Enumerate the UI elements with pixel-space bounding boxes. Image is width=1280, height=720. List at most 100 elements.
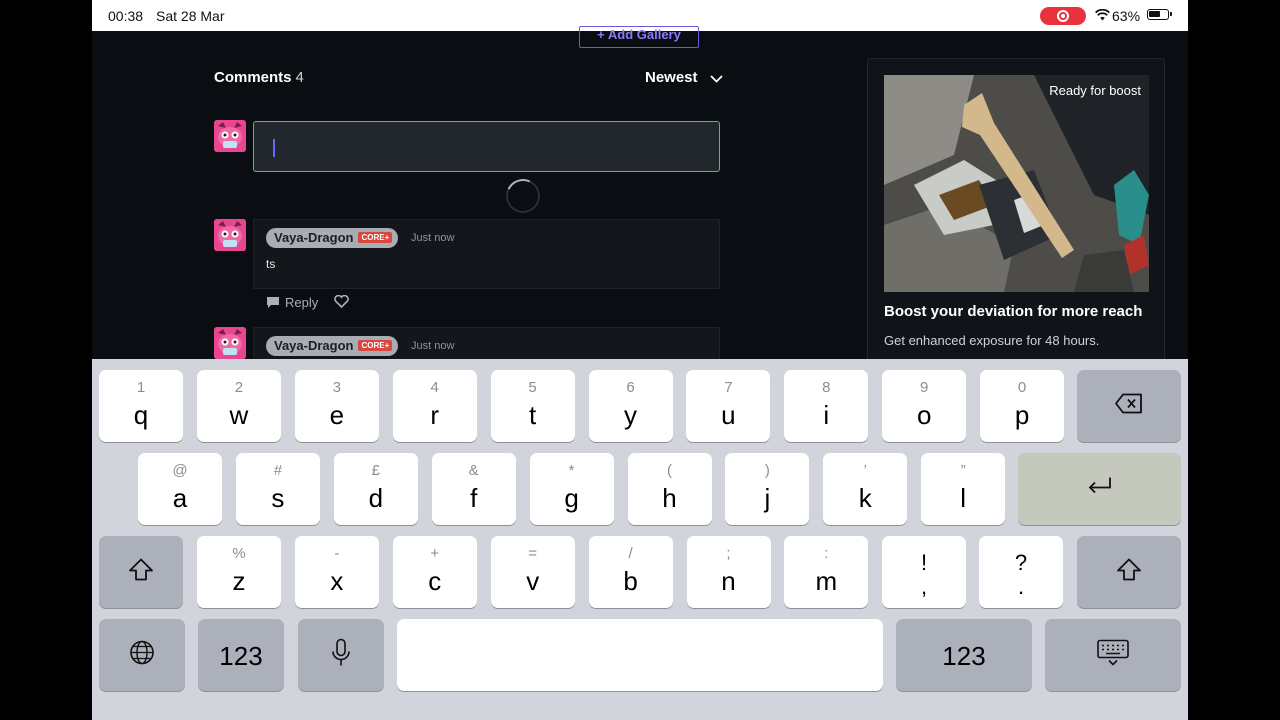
keyboard-dismiss-icon [1097, 639, 1129, 671]
screen-recording-indicator[interactable] [1040, 7, 1086, 25]
comment-timestamp[interactable]: Just now [411, 232, 454, 244]
key-letter: y [624, 400, 637, 430]
backspace-key[interactable] [1077, 370, 1181, 442]
key-n[interactable]: ; n [686, 536, 771, 608]
deviation-thumbnail[interactable]: Ready for boost [884, 75, 1149, 292]
return-key[interactable] [1018, 453, 1181, 525]
key-bottom-char: . [1017, 574, 1025, 599]
key-exclaim-comma[interactable]: ! , [882, 536, 966, 608]
key-letter: h [662, 483, 677, 513]
sort-dropdown[interactable]: Newest [645, 69, 723, 87]
numbers-key-label: 123 [942, 641, 986, 671]
key-v[interactable]: = v [490, 536, 575, 608]
key-bottom-char: , [920, 574, 928, 599]
comment-avatar[interactable] [214, 327, 246, 359]
key-hint: 8 [822, 379, 831, 396]
key-m[interactable]: :m [784, 536, 869, 608]
key-letter: x [330, 566, 344, 596]
chevron-down-icon [710, 70, 723, 87]
key-r[interactable]: 4r [392, 370, 477, 442]
boost-card[interactable]: Ready for boost Boost your deviation for… [867, 58, 1165, 368]
key-q[interactable]: 1q [99, 370, 183, 442]
key-hint: ( [667, 462, 672, 479]
key-letter: q [133, 400, 149, 430]
space-bar[interactable] [397, 619, 883, 691]
current-user-avatar[interactable] [214, 120, 246, 152]
key-f[interactable]: & f [431, 453, 516, 525]
shift-key-left[interactable] [99, 536, 183, 608]
key-hint: 4 [430, 379, 439, 396]
favourite-button[interactable] [334, 294, 349, 311]
key-letter: t [528, 400, 537, 430]
key-letter: n [721, 566, 736, 596]
status-time: 00:38 [108, 8, 144, 24]
key-y[interactable]: 6y [588, 370, 673, 442]
core-badge: CORE+ [358, 232, 393, 244]
key-letter: d [368, 483, 384, 513]
key-top-char: ! [920, 550, 928, 575]
key-letter: s [271, 483, 285, 513]
comment-username[interactable]: Vaya-Dragon [274, 338, 353, 353]
shift-key-right[interactable] [1077, 536, 1181, 608]
comments-title: Comments [214, 69, 292, 86]
key-question-period[interactable]: ? . [979, 536, 1063, 608]
key-w[interactable]: 2w [196, 370, 281, 442]
keyboard-dismiss-key[interactable] [1045, 619, 1181, 691]
username-pill[interactable]: Vaya-Dragon CORE+ [266, 228, 399, 248]
add-gallery-button[interactable]: + Add Gallery [579, 26, 699, 48]
key-l[interactable]: ” l [921, 453, 1006, 525]
key-i[interactable]: 8i [784, 370, 869, 442]
key-h[interactable]: (h [627, 453, 712, 525]
key-letter: z [232, 566, 246, 596]
key-hint: * [568, 462, 575, 479]
key-e[interactable]: 3e [294, 370, 379, 442]
key-hint: 1 [136, 379, 146, 396]
key-hint: 2 [234, 379, 244, 396]
key-x[interactable]: -x [294, 536, 379, 608]
key-hint: # [273, 462, 283, 479]
key-hint: 7 [724, 379, 733, 396]
key-p[interactable]: 0p [980, 370, 1065, 442]
key-j[interactable]: ) j [725, 453, 810, 525]
key-c[interactable]: + c [392, 536, 477, 608]
sort-label: Newest [645, 69, 698, 86]
key-letter: w [229, 400, 249, 430]
comment-timestamp[interactable]: Just now [411, 340, 454, 352]
numbers-key-right[interactable]: 123 [896, 619, 1032, 691]
dictation-key[interactable] [298, 619, 384, 691]
key-s[interactable]: # s [235, 453, 320, 525]
key-letter: g [564, 483, 579, 513]
key-hint: & [468, 462, 479, 479]
key-o[interactable]: 9o [882, 370, 967, 442]
key-hint: % [232, 545, 246, 562]
username-pill[interactable]: Vaya-Dragon CORE+ [266, 336, 399, 356]
comment-input[interactable] [253, 121, 720, 172]
comment-username[interactable]: Vaya-Dragon [274, 230, 353, 245]
key-g[interactable]: * g [529, 453, 614, 525]
battery-fill [1149, 11, 1160, 17]
key-hint: + [430, 545, 440, 562]
globe-key[interactable] [99, 619, 185, 691]
comment-avatar[interactable] [214, 219, 246, 251]
key-hint: 9 [920, 379, 929, 396]
key-d[interactable]: £ d [333, 453, 418, 525]
key-letter: c [428, 566, 442, 596]
key-u[interactable]: 7u [686, 370, 771, 442]
shift-icon [128, 558, 154, 587]
ipad-screen: 00:38 Sat 28 Mar 63% + Add Gallery Comme… [92, 0, 1188, 720]
key-hint: 3 [332, 379, 341, 396]
key-letter: u [721, 400, 736, 430]
key-z[interactable]: % z [197, 536, 281, 608]
reply-button[interactable]: Reply [266, 295, 318, 310]
key-t[interactable]: 5t [490, 370, 575, 442]
key-a[interactable]: @ a [138, 453, 222, 525]
key-hint: / [628, 545, 633, 562]
key-k[interactable]: ’ k [823, 453, 908, 525]
key-letter: b [623, 566, 638, 596]
key-hint: 6 [626, 379, 635, 396]
boost-title[interactable]: Boost your deviation for more reach [884, 303, 1142, 320]
wifi-icon [1095, 8, 1110, 24]
key-hint: - [334, 545, 340, 562]
numbers-key-left[interactable]: 123 [198, 619, 284, 691]
key-b[interactable]: / b [588, 536, 673, 608]
